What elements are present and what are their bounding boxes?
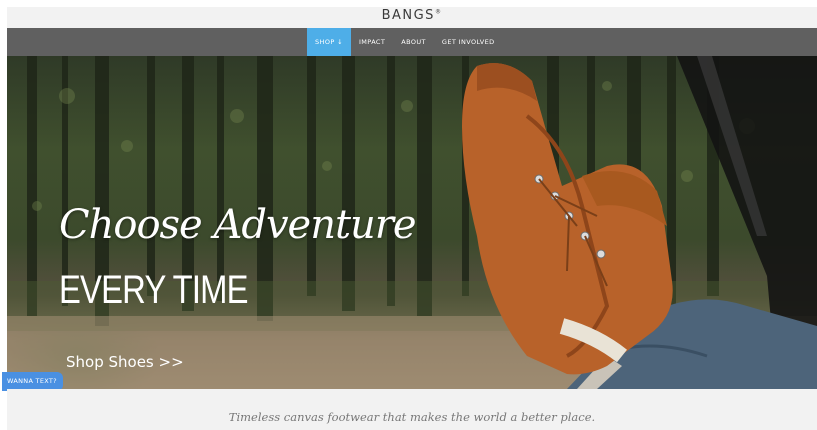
hero-title-script: Choose Adventure [59, 202, 417, 248]
shop-shoes-link[interactable]: Shop Shoes >> [66, 353, 184, 371]
nav-items: SHOP ↓ IMPACT ABOUT GET INVOLVED [307, 28, 503, 56]
main-nav: SHOP ↓ IMPACT ABOUT GET INVOLVED [7, 28, 817, 56]
hero-banner: Choose Adventure EVERY TIME Shop Shoes >… [7, 56, 817, 389]
tagline-text: Timeless canvas footwear that makes the … [228, 410, 596, 424]
nav-item-impact[interactable]: IMPACT [351, 28, 393, 56]
nav-item-get-involved[interactable]: GET INVOLVED [434, 28, 503, 56]
nav-item-about[interactable]: ABOUT [393, 28, 434, 56]
hero-title-caps: EVERY TIME [59, 268, 249, 312]
brand-logo[interactable]: BANGS® [7, 8, 817, 23]
window-top-edge [0, 0, 817, 7]
brand-logo-mark: ® [434, 8, 443, 16]
nav-item-shop[interactable]: SHOP ↓ [307, 28, 351, 56]
brand-logo-text: BANGS [381, 8, 435, 23]
site-header: BANGS® [7, 7, 817, 28]
tagline-section: Timeless canvas footwear that makes the … [7, 389, 817, 430]
